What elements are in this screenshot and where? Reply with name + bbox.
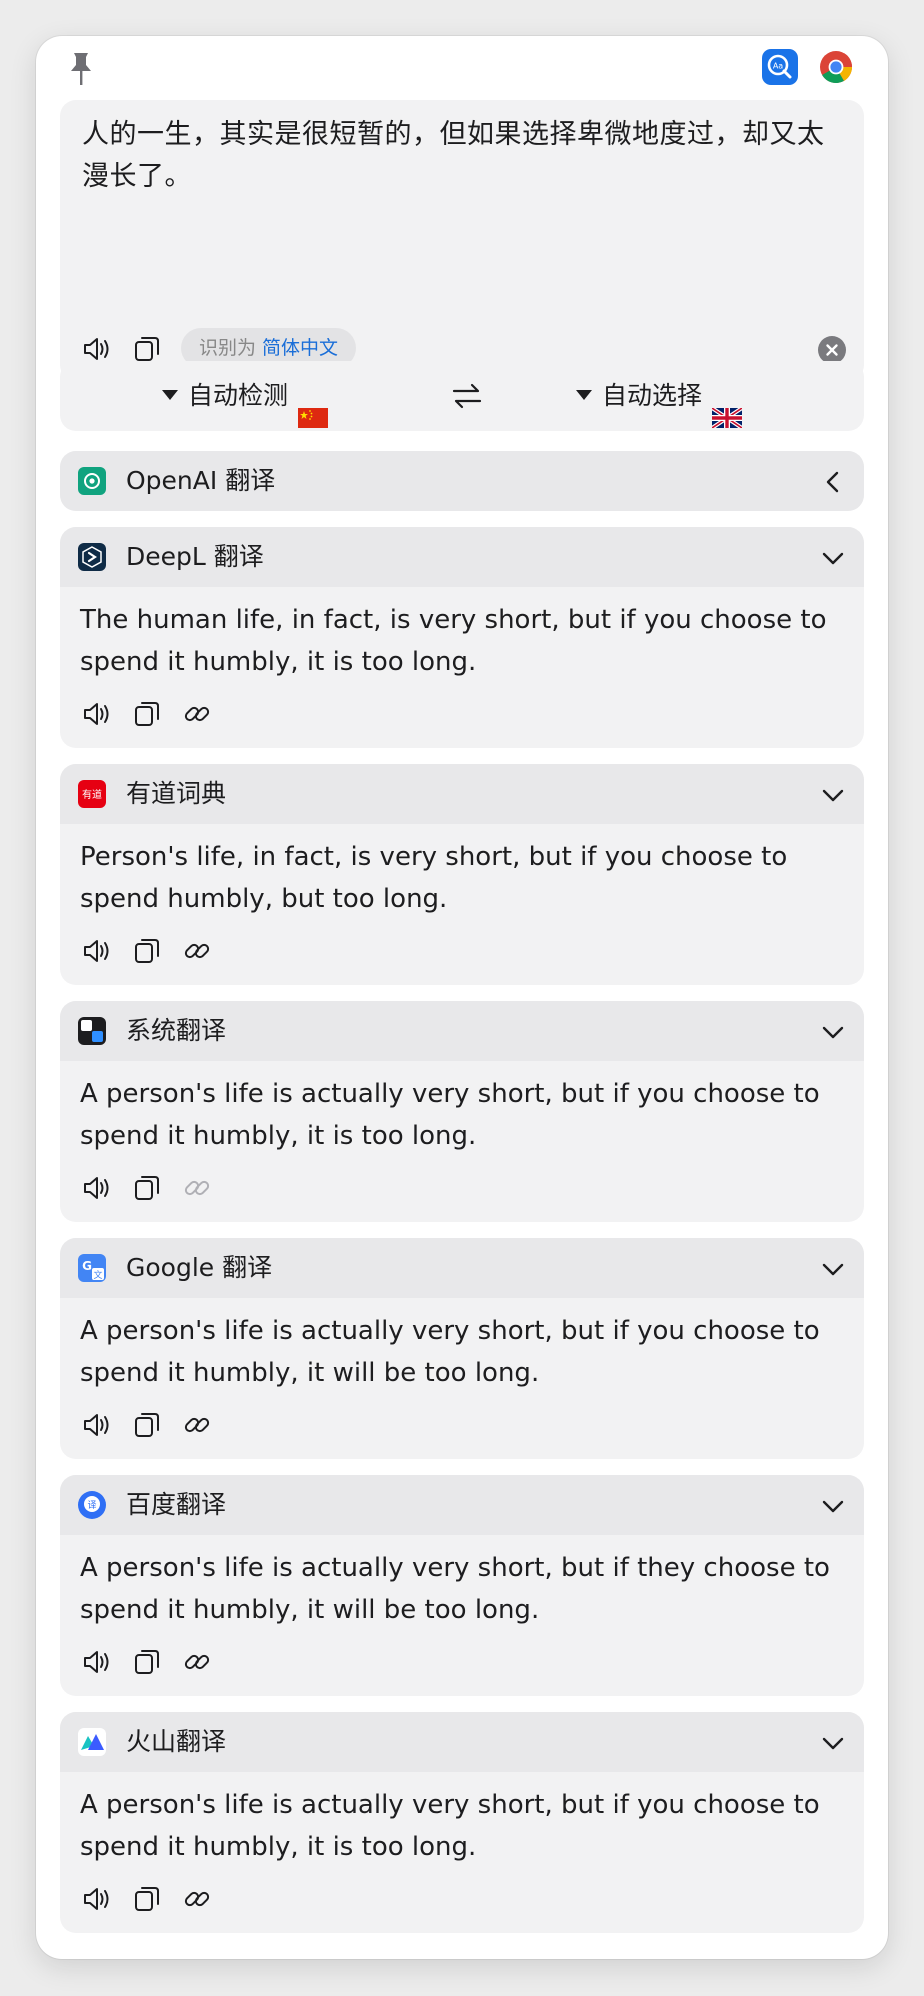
svg-text:译: 译 <box>87 1500 96 1511</box>
chevron-down-icon[interactable] <box>820 1019 846 1045</box>
dictionary-app-icon[interactable]: Aa <box>762 49 798 85</box>
link-icon[interactable] <box>180 697 214 731</box>
input-text[interactable]: 人的一生，其实是很短暂的，但如果选择卑微地度过，却又太漫长了。 <box>82 114 842 198</box>
uk-flag-icon <box>710 385 744 430</box>
svg-text:Aa: Aa <box>773 62 783 71</box>
youdao-logo-icon: 有道 <box>78 780 106 808</box>
service-header[interactable]: DeepL 翻译 <box>60 527 864 587</box>
link-icon[interactable] <box>180 1882 214 1916</box>
pin-icon[interactable] <box>66 49 96 89</box>
service-name: 百度翻译 <box>126 1490 227 1519</box>
chevron-down-icon[interactable] <box>820 545 846 571</box>
chevron-left-icon[interactable] <box>820 469 846 495</box>
link-icon[interactable] <box>180 1408 214 1442</box>
target-language-select[interactable]: 自动选择 <box>576 361 744 431</box>
chevron-down-icon[interactable] <box>820 782 846 808</box>
copy-icon[interactable] <box>130 1882 164 1916</box>
detected-prefix: 识别为 <box>199 337 257 359</box>
link-icon[interactable] <box>180 934 214 968</box>
copy-icon[interactable] <box>130 934 164 968</box>
svg-text:G: G <box>82 1259 92 1273</box>
dropdown-caret-icon <box>576 390 592 400</box>
service-baidu: 译 百度翻译 A person's life is actually very … <box>60 1475 864 1696</box>
service-header[interactable]: 有道 有道词典 <box>60 764 864 824</box>
openai-logo-icon <box>78 467 106 495</box>
language-bar: 自动检测 自动选择 <box>60 361 864 431</box>
service-name: 有道词典 <box>126 779 227 808</box>
service-volcano: 火山翻译 A person's life is actually very sh… <box>60 1712 864 1933</box>
baidu-translate-logo-icon: 译 <box>78 1491 106 1519</box>
service-header[interactable]: G文 Google 翻译 <box>60 1238 864 1298</box>
service-openai: OpenAI 翻译 <box>60 451 864 511</box>
service-header[interactable]: OpenAI 翻译 <box>60 451 864 511</box>
service-name: 火山翻译 <box>126 1727 227 1756</box>
copy-icon[interactable] <box>130 697 164 731</box>
translation-text[interactable]: A person's life is actually very short, … <box>80 1784 850 1868</box>
translator-window: Aa 人的一生，其实是很短暂的，但如果选择卑微地度过，却又太漫长了。 识别为 简体… <box>36 36 888 1959</box>
source-language-select[interactable]: 自动检测 <box>162 361 329 431</box>
speaker-icon[interactable] <box>80 934 114 968</box>
chevron-down-icon[interactable] <box>820 1730 846 1756</box>
service-name: Google 翻译 <box>126 1253 273 1282</box>
deepl-logo-icon <box>78 543 106 571</box>
chevron-down-icon[interactable] <box>820 1256 846 1282</box>
translation-text[interactable]: A person's life is actually very short, … <box>80 1310 850 1394</box>
service-name: 系统翻译 <box>126 1016 227 1045</box>
translation-text[interactable]: The human life, in fact, is very short, … <box>80 599 850 683</box>
china-flag-icon <box>298 385 329 428</box>
service-deepl: DeepL 翻译 The human life, in fact, is ver… <box>60 527 864 748</box>
speaker-icon[interactable] <box>80 697 114 731</box>
detected-language: 简体中文 <box>262 337 339 359</box>
apple-translate-logo-icon <box>78 1017 106 1045</box>
service-name: DeepL 翻译 <box>126 542 264 571</box>
titlebar: Aa <box>36 36 888 100</box>
chrome-icon[interactable] <box>818 49 854 85</box>
service-header[interactable]: 火山翻译 <box>60 1712 864 1772</box>
service-header[interactable]: 系统翻译 <box>60 1001 864 1061</box>
speaker-icon[interactable] <box>80 1882 114 1916</box>
service-name: OpenAI 翻译 <box>126 466 276 495</box>
service-google: G文 Google 翻译 A person's life is actually… <box>60 1238 864 1459</box>
service-youdao: 有道 有道词典 Person's life, in fact, is very … <box>60 764 864 985</box>
translation-text[interactable]: Person's life, in fact, is very short, b… <box>80 836 850 920</box>
volcano-translate-logo-icon <box>78 1728 106 1756</box>
link-icon <box>180 1171 214 1205</box>
google-translate-logo-icon: G文 <box>78 1254 106 1282</box>
translation-text[interactable]: A person's life is actually very short, … <box>80 1073 850 1157</box>
translation-text[interactable]: A person's life is actually very short, … <box>80 1547 850 1631</box>
copy-icon[interactable] <box>130 1171 164 1205</box>
link-icon[interactable] <box>180 1645 214 1679</box>
chevron-down-icon[interactable] <box>820 1493 846 1519</box>
speaker-icon[interactable] <box>80 1645 114 1679</box>
input-panel: 人的一生，其实是很短暂的，但如果选择卑微地度过，却又太漫长了。 识别为 简体中文 <box>60 100 864 381</box>
clear-icon[interactable] <box>818 336 846 364</box>
copy-icon[interactable] <box>130 1408 164 1442</box>
copy-icon[interactable] <box>130 1645 164 1679</box>
service-header[interactable]: 译 百度翻译 <box>60 1475 864 1535</box>
speaker-icon[interactable] <box>80 1408 114 1442</box>
dropdown-caret-icon <box>162 390 178 400</box>
speaker-icon[interactable] <box>80 1171 114 1205</box>
service-system: 系统翻译 A person's life is actually very sh… <box>60 1001 864 1222</box>
svg-text:文: 文 <box>93 1269 102 1281</box>
swap-icon[interactable] <box>450 379 484 413</box>
svg-text:有道: 有道 <box>82 788 102 801</box>
